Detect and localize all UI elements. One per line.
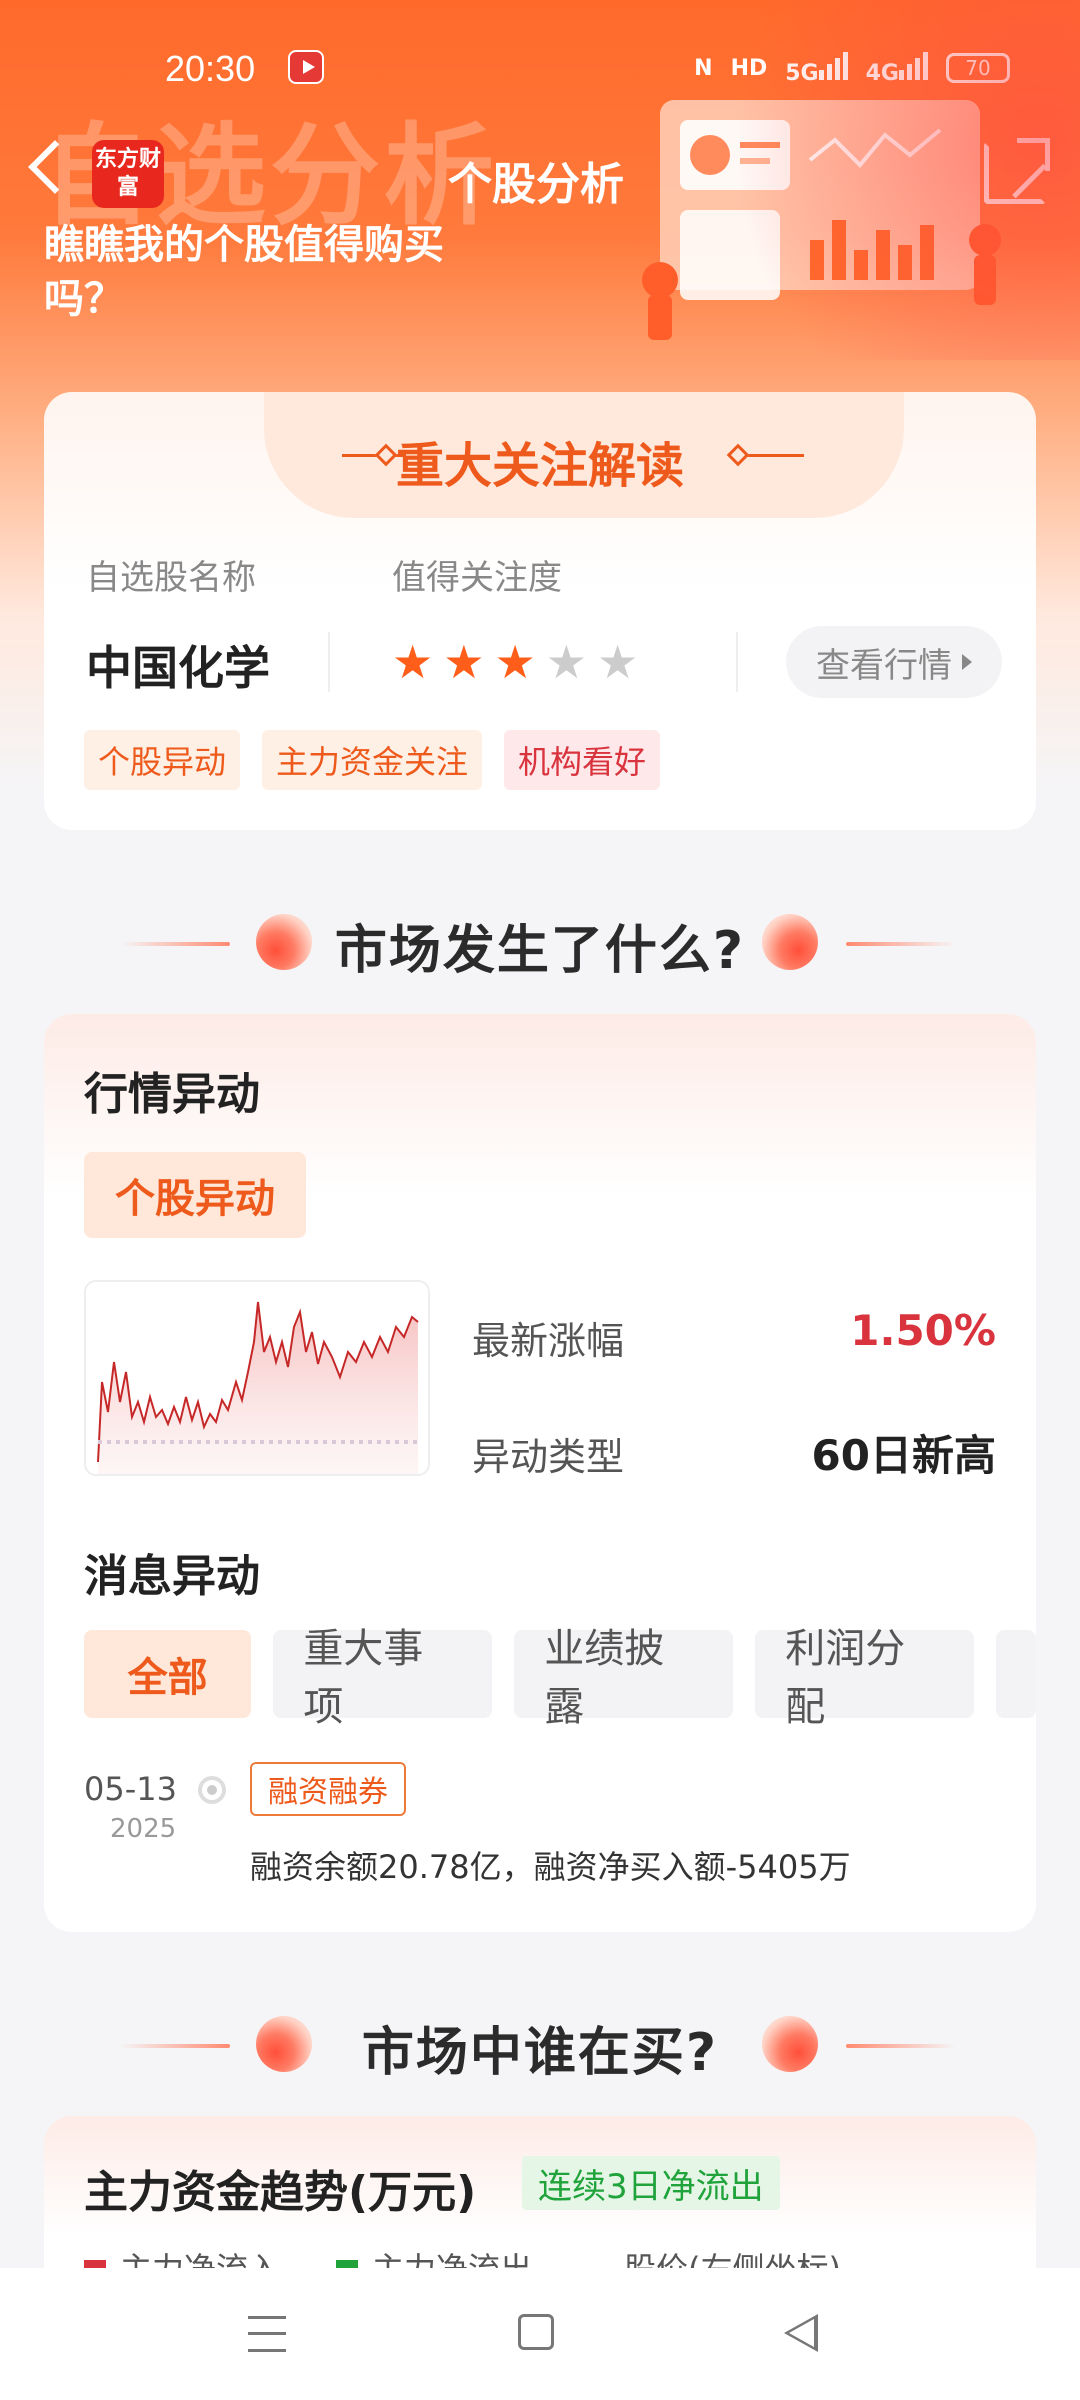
section-header-buyers: 市场中谁在买? bbox=[0, 2000, 1080, 2090]
hd-icon: HD bbox=[730, 55, 768, 81]
page-title: 个股分析 bbox=[448, 159, 624, 210]
timeline-dot-icon bbox=[198, 1776, 226, 1804]
net-outflow-badge: 连续3日净流出 bbox=[522, 2156, 780, 2210]
caret-right-icon bbox=[962, 654, 972, 670]
anomaly-type-value: 60日新高 bbox=[811, 1431, 996, 1480]
status-icons: N HD 5G 4G 70 bbox=[694, 50, 1010, 86]
decor-ball-icon bbox=[762, 914, 818, 970]
news-category-tag: 融资融券 bbox=[250, 1762, 406, 1816]
hero-illustration bbox=[642, 100, 1001, 340]
home-icon[interactable] bbox=[518, 2314, 554, 2350]
filter-earnings[interactable]: 业绩披露 bbox=[514, 1626, 734, 1730]
focus-card: 重大关注解读 自选股名称 值得关注度 中国化学 ★ ★ ★ ★ ★ 查看行情 个… bbox=[44, 392, 1036, 830]
menu-icon[interactable] bbox=[248, 2316, 286, 2352]
news-date: 05-13 bbox=[84, 1770, 177, 1808]
tag-main-fund: 主力资金关注 bbox=[262, 730, 483, 790]
divider bbox=[328, 632, 330, 692]
star-filled-icon: ★ bbox=[443, 635, 485, 689]
filter-major-events[interactable]: 重大事项 bbox=[273, 1626, 493, 1730]
system-nav-bar bbox=[0, 2268, 1080, 2400]
attention-label: 值得关注度 bbox=[392, 558, 562, 598]
news-year: 2025 bbox=[110, 1814, 177, 1844]
signal-5g-icon: 5G bbox=[785, 50, 848, 86]
tag-stock-anomaly: 个股异动 bbox=[84, 730, 241, 790]
section-header-market: 市场发生了什么? bbox=[0, 898, 1080, 988]
market-card: 行情异动 个股异动 最新涨幅 1.50% 异动类型 60日新高 消息异动 全部 … bbox=[44, 1014, 1037, 1932]
focus-card-title: 重大关注解读 bbox=[395, 438, 684, 494]
filter-all[interactable]: 全部 bbox=[84, 1630, 252, 1718]
quote-anomaly-title: 行情异动 bbox=[84, 1069, 260, 1120]
star-filled-icon: ★ bbox=[494, 635, 536, 689]
view-quote-label: 查看行情 bbox=[816, 645, 952, 686]
star-empty-icon: ★ bbox=[545, 635, 587, 689]
star-filled-icon: ★ bbox=[392, 635, 434, 689]
stock-anomaly-pill[interactable]: 个股异动 bbox=[84, 1152, 306, 1238]
divider bbox=[736, 632, 738, 692]
decor-ball-icon bbox=[762, 2016, 818, 2072]
view-quote-button[interactable]: 查看行情 bbox=[786, 626, 1002, 698]
focus-tags: 个股异动 主力资金关注 机构看好 bbox=[84, 730, 661, 790]
filter-dividends[interactable]: 利润分配 bbox=[755, 1626, 975, 1730]
battery-icon: 70 bbox=[946, 53, 1010, 83]
hero-slogan: 瞧瞧我的个股值得购买吗？ bbox=[44, 222, 444, 322]
news-anomaly-title: 消息异动 bbox=[84, 1551, 260, 1602]
signal-4g-icon: 4G bbox=[866, 50, 928, 86]
star-empty-icon: ★ bbox=[597, 635, 639, 689]
back-triangle-icon[interactable] bbox=[784, 2314, 818, 2352]
latest-change-value: 1.50% bbox=[850, 1306, 996, 1355]
fund-trend-title: 主力资金趋势(万元) bbox=[84, 2167, 477, 2218]
news-item-text[interactable]: 融资余额20.78亿，融资净买入额-5405万 bbox=[250, 1842, 851, 1888]
status-time: 20:30 bbox=[165, 48, 256, 89]
price-sparkline bbox=[84, 1280, 430, 1476]
attention-rating: ★ ★ ★ ★ ★ bbox=[392, 634, 638, 690]
stock-name-label: 自选股名称 bbox=[86, 558, 256, 598]
latest-change-label: 最新涨幅 bbox=[472, 1319, 625, 1363]
filter-more[interactable] bbox=[996, 1630, 1037, 1718]
nfc-icon: N bbox=[694, 55, 713, 81]
tag-institution: 机构看好 bbox=[504, 730, 661, 790]
anomaly-type-label: 异动类型 bbox=[472, 1435, 625, 1479]
video-app-icon bbox=[288, 50, 324, 84]
share-icon[interactable] bbox=[984, 138, 1050, 204]
news-filter-tabs: 全部 重大事项 业绩披露 利润分配 bbox=[84, 1626, 1037, 1730]
stock-name: 中国化学 bbox=[86, 641, 270, 695]
app-logo: 东方财富 bbox=[92, 140, 164, 208]
